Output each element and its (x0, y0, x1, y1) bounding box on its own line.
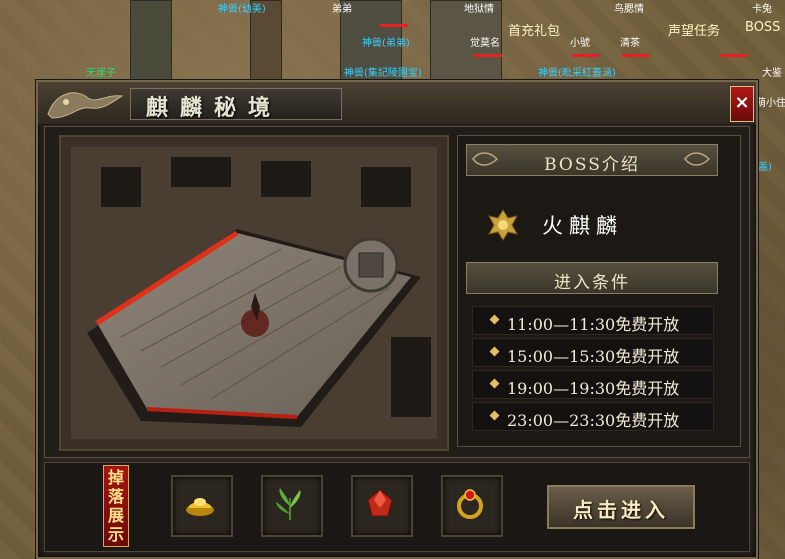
schedule-row: 23:00—23:30免费开放 (472, 402, 714, 431)
world-label[interactable]: 神兽(幼美) (218, 4, 266, 16)
panel-title: 麒麟秘境 (146, 95, 283, 121)
schedule-row: 15:00—15:30免费开放 (472, 338, 714, 367)
world-label[interactable]: 卡兔 (752, 4, 772, 16)
reputation-quest-button[interactable]: 声望任务 (668, 20, 720, 39)
info-column: BOSS介绍 火麒麟 进入条件 11:00—11:30免费开放 15:00—15… (457, 135, 741, 447)
world-label[interactable]: 神兽(毗采紅蓋涵) (538, 68, 616, 80)
entry-conditions-title: 进入条件 (554, 273, 630, 293)
enter-button[interactable]: 点击进入 (547, 485, 695, 529)
world-label[interactable]: 弟弟 (332, 4, 352, 16)
world-label[interactable]: 觉莫名 (470, 38, 500, 50)
world-label[interactable]: 无崖子 (86, 68, 116, 80)
scroll-ornament-icon (684, 152, 711, 166)
gold-ingot-icon (186, 498, 214, 516)
boss-emblem-icon (488, 209, 518, 241)
diamond-bullet-icon (489, 378, 500, 389)
hp-bar (380, 24, 408, 27)
hp-bar (474, 54, 502, 57)
drops-label: 掉落展示 (103, 465, 129, 547)
entry-conditions-header: 进入条件 (466, 262, 718, 294)
hp-bar (720, 54, 748, 57)
world-label[interactable]: 盖) (758, 162, 772, 174)
world-label[interactable]: 萌小住 (756, 98, 785, 110)
content-area: BOSS介绍 火麒麟 进入条件 11:00—11:30免费开放 15:00—15… (44, 126, 750, 458)
drop-slot[interactable] (261, 475, 323, 537)
drop-slot[interactable] (171, 475, 233, 537)
map-preview (59, 135, 449, 451)
world-label[interactable]: 神兽(集記陵園宝) (344, 68, 422, 80)
qilin-realm-panel: 麒麟秘境 × BOSS介绍 火麒麟 进入条件 11:00—11:30免费开放 1… (36, 80, 758, 559)
arena-map-image (61, 137, 447, 449)
first-recharge-button[interactable]: 首充礼包 (508, 20, 560, 39)
world-label[interactable]: 鸟腮情 (614, 4, 644, 16)
diamond-bullet-icon (489, 314, 500, 325)
schedule-time: 23:00—23:30免费开放 (507, 411, 680, 430)
boss-name: 火麒麟 (542, 214, 623, 238)
drop-slot[interactable] (441, 475, 503, 537)
dragon-ring-icon (457, 489, 483, 519)
schedule-time: 15:00—15:30免费开放 (507, 347, 680, 366)
world-label[interactable]: 神兽(弟弟) (362, 38, 410, 50)
panel-title-bar[interactable]: 麒麟秘境 × (38, 82, 756, 125)
world-label[interactable]: 清茶 (620, 38, 640, 50)
hp-bar (622, 54, 650, 57)
world-label[interactable]: 地狱情 (464, 4, 494, 16)
boss-button[interactable]: BOSS (745, 20, 780, 35)
schedule-time: 19:00—19:30免费开放 (507, 379, 680, 398)
stone-wall (130, 0, 172, 82)
dragon-ornament-icon (47, 92, 124, 119)
drop-slot[interactable] (351, 475, 413, 537)
hp-bar (572, 54, 600, 57)
world-label[interactable]: 小號 (570, 38, 590, 50)
diamond-bullet-icon (489, 410, 500, 421)
close-button[interactable]: × (730, 86, 754, 122)
boss-intro-header: BOSS介绍 (466, 144, 718, 176)
boss-info: 火麒麟 (466, 204, 716, 246)
enter-button-label: 点击进入 (573, 498, 669, 522)
herb-icon (276, 488, 301, 520)
drops-area: 掉落展示 点击进入 (44, 462, 750, 552)
schedule-time: 11:00—11:30免费开放 (507, 315, 680, 334)
schedule-row: 11:00—11:30免费开放 (472, 306, 714, 335)
world-label[interactable]: 大鉴 (762, 68, 782, 80)
red-gem-icon (367, 489, 393, 517)
boss-intro-title: BOSS介绍 (544, 155, 640, 175)
schedule-row: 19:00—19:30免费开放 (472, 370, 714, 399)
diamond-bullet-icon (489, 346, 500, 357)
